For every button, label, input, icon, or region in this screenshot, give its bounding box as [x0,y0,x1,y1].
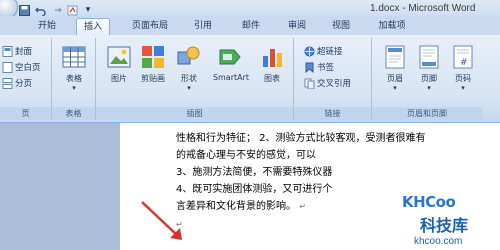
shapes-icon [176,44,202,70]
table-button[interactable]: 表格 ▾ [60,44,88,92]
page-number-label: 页码 [455,74,471,83]
quick-access-toolbar: ▾ [18,3,94,17]
watermark-brand: KHCoo [402,193,456,211]
smartart-label: SmartArt [212,73,250,82]
doc-line-5[interactable]: 言差异和文化背景的影响。 ↵ [176,197,306,212]
tab-add-ins[interactable]: 加载项 [370,18,414,35]
page-break-button[interactable]: 分页 [2,76,32,90]
chart-button[interactable]: 图表 [256,44,288,84]
doc-line-1[interactable]: 性格和行为特征； 2、测验方式比较客观，受测者很难有 [176,129,426,144]
picture-icon [106,44,132,70]
tab-home[interactable]: 开始 [32,18,62,35]
tab-review[interactable]: 审阅 [282,18,312,35]
cross-reference-label: 交叉引用 [317,79,352,89]
chart-icon [259,44,285,70]
pages-group: 封面 空白页 分页 页 [0,38,52,120]
chart-label: 图表 [264,74,280,83]
clip-art-icon [140,44,166,70]
hyperlink-icon [304,46,315,57]
illustrations-group: 图片 剪贴画 形状 ▾ SmartArt 图表 插图 [96,38,294,120]
doc-line-3[interactable]: 3、施测方法简便，不需要特殊仪器 [176,163,332,178]
hyperlink-label: 超链接 [317,47,343,57]
table-group-label: 表格 [52,107,95,120]
table-icon [61,44,87,70]
cover-page-icon [2,45,13,57]
blank-page-button[interactable]: 空白页 [2,60,41,74]
window-title: 1.docx - Microsoft Word [370,3,476,14]
ribbon-tabs: 开始 插入 页面布局 引用 邮件 审阅 视图 加载项 [0,16,500,35]
cross-reference-button[interactable]: 交叉引用 [304,76,351,90]
customize-qat-icon[interactable]: ▾ [82,4,94,16]
blank-page-label: 空白页 [15,63,41,73]
table-label: 表格 [66,74,82,83]
redo-icon[interactable] [50,4,62,16]
header-button[interactable]: 页眉 ▾ [380,44,410,92]
tab-references[interactable]: 引用 [188,18,218,35]
tab-mailings[interactable]: 邮件 [236,18,266,35]
bookmark-label: 书签 [317,63,335,73]
paragraph-mark: ↵ [299,202,306,211]
watermark-url: khcoo.com [414,236,463,247]
links-group-label: 链接 [294,107,371,120]
doc-line-2[interactable]: 的戒备心理与不安的感觉，可以 [176,146,316,161]
ribbon: 封面 空白页 分页 页 表格 ▾ 表格 图片 剪贴画 形状 ▾ SmartArt… [0,35,500,123]
header-footer-group-label: 页眉和页脚 [372,107,482,120]
page-break-icon [2,77,13,89]
footer-icon [416,44,442,70]
bookmark-icon [304,62,315,73]
cover-page-label: 封面 [15,47,33,57]
picture-button[interactable]: 图片 [104,44,134,84]
save-icon[interactable] [18,4,30,16]
svg-text:#: # [460,58,468,68]
page-break-label: 分页 [15,79,33,89]
header-footer-group: 页眉 ▾ 页脚 ▾ # 页码 ▾ 页眉和页脚 [372,38,482,120]
shapes-label: 形状 [181,74,197,83]
footer-button[interactable]: 页脚 ▾ [414,44,444,92]
pages-group-label: 页 [0,107,51,120]
smartart-button[interactable]: SmartArt [208,44,254,82]
tab-insert[interactable]: 插入 [76,18,110,35]
watermark-cn: 科技库 [420,216,469,235]
undo-icon[interactable] [34,4,46,16]
page-number-icon: # [450,44,476,70]
smartart-icon [218,44,244,70]
red-arrow-annotation [141,201,182,240]
shapes-button[interactable]: 形状 ▾ [174,44,204,92]
bookmark-button[interactable]: 书签 [304,60,334,74]
hyperlink-button[interactable]: 超链接 [304,44,343,58]
header-label: 页眉 [387,74,403,83]
doc-line-5-text: 言差异和文化背景的影响。 [176,201,296,212]
tab-page-layout[interactable]: 页面布局 [122,18,178,35]
clip-art-button[interactable]: 剪贴画 [136,44,170,84]
page-number-button[interactable]: # 页码 ▾ [448,44,478,92]
page-margin [112,123,120,250]
illustrations-group-label: 插图 [96,107,293,120]
clip-art-label: 剪贴画 [141,74,165,83]
cover-page-button[interactable]: 封面 [2,44,32,58]
picture-label: 图片 [111,74,127,83]
doc-line-4[interactable]: 4、既可实施团体测验，又可进行个 [176,180,332,195]
links-group: 超链接 书签 交叉引用 链接 [294,38,372,120]
footer-label: 页脚 [421,74,437,83]
format-icon[interactable] [66,4,78,16]
table-group: 表格 ▾ 表格 [52,38,96,120]
header-icon [382,44,408,70]
tab-view[interactable]: 视图 [326,18,356,35]
cross-reference-icon [304,78,315,89]
blank-page-icon [2,61,13,73]
